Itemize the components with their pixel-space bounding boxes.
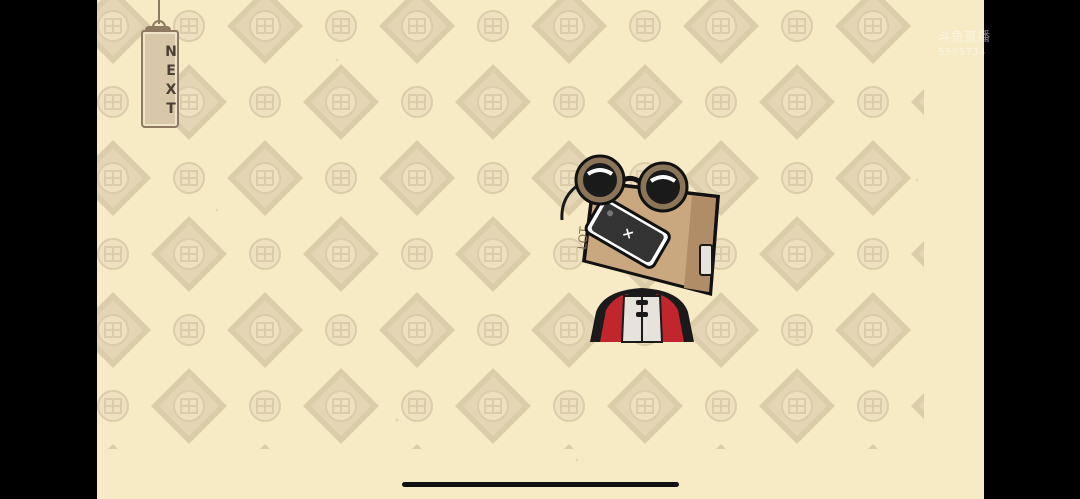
next-label: NEXT [163,44,179,120]
background-pattern [97,0,984,499]
watermark-title: 斗鱼直播 [938,30,991,45]
stream-watermark: 斗鱼直播 5595734 [938,30,1018,60]
watermark-room-id: 5595734 [938,47,987,58]
next-tag-button[interactable]: NEXT [139,0,179,128]
home-indicator[interactable] [402,482,679,487]
game-area[interactable]: NEXT LOT × [97,0,984,499]
box-head-character-icon[interactable]: LOT × [552,150,732,350]
screen: NEXT LOT × 斗鱼直播 5595734 [0,0,1080,499]
character-body [590,288,694,343]
